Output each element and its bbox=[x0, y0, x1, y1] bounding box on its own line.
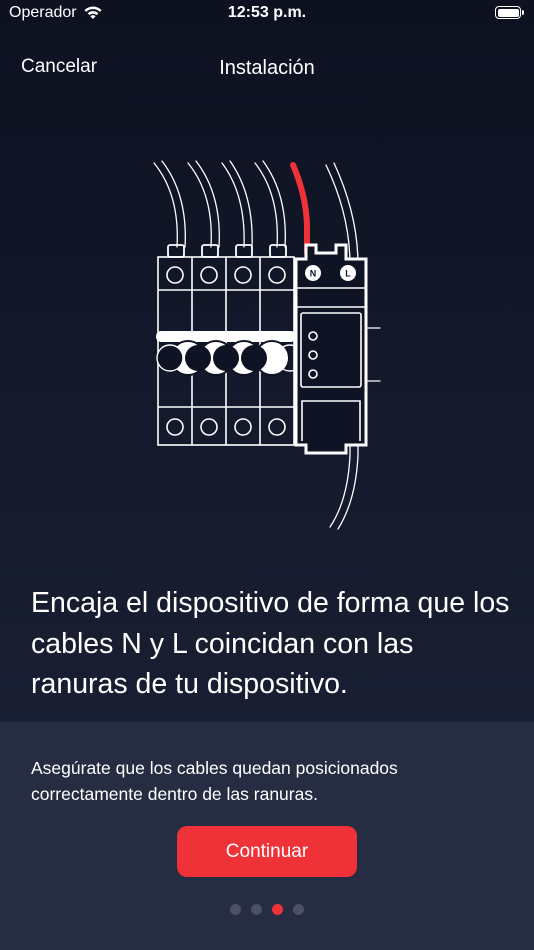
hint-text: Asegúrate que los cables quedan posicion… bbox=[31, 758, 398, 804]
status-time: 12:53 p.m. bbox=[227, 4, 307, 21]
instruction-text: Encaja el dispositivo de forma que los c… bbox=[31, 587, 510, 700]
page-dot bbox=[230, 904, 241, 915]
terminal-n-label: N bbox=[310, 269, 317, 279]
page-dot bbox=[293, 904, 304, 915]
nav-bar: Cancelar Instalación bbox=[0, 50, 534, 86]
page-indicator bbox=[0, 904, 534, 915]
status-bar: Operador 12:53 p.m. bbox=[0, 0, 534, 28]
page-dot bbox=[251, 904, 262, 915]
bottom-panel: Asegúrate que los cables quedan posicion… bbox=[0, 722, 534, 950]
page-title: Instalación bbox=[219, 57, 315, 79]
installation-illustration: N L bbox=[153, 160, 381, 530]
page-dot bbox=[272, 904, 283, 915]
battery-icon bbox=[495, 6, 524, 19]
terminal-l-label: L bbox=[345, 269, 351, 279]
continue-button[interactable]: Continuar bbox=[177, 826, 357, 877]
